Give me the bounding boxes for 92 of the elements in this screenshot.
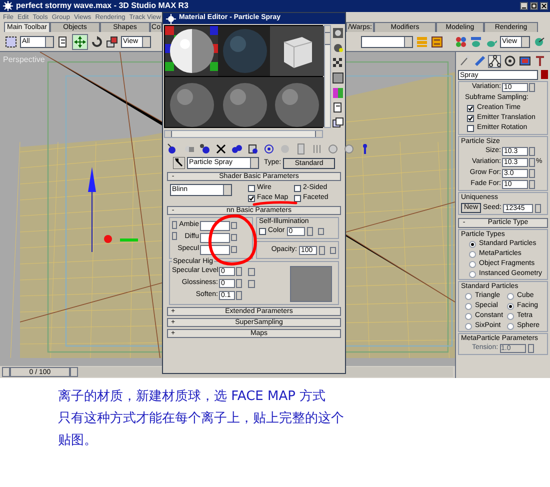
radio-button[interactable] [469,240,476,248]
maximize-icon [531,3,537,9]
app-icon [165,12,177,24]
motion-icon [504,55,516,67]
app-icon [2,0,14,12]
checkbox[interactable] [467,124,474,132]
caption-line: 只有这种方式才能在每个离子上，贴上完整的这个 [58,410,344,428]
backlight-icon[interactable] [332,42,344,54]
display-tab[interactable] [518,54,531,68]
radio-button[interactable] [465,312,472,320]
schematic-icon[interactable] [431,36,443,48]
radio-button[interactable] [469,270,476,278]
create-tab[interactable] [458,54,471,68]
spinner[interactable] [528,344,534,353]
material-effects-icon[interactable] [263,143,275,155]
go-to-parent-icon[interactable] [311,143,323,155]
checkbox[interactable] [467,114,474,122]
select-by-material-icon[interactable] [343,143,355,155]
render-scene-icon[interactable] [470,36,482,48]
pick-material-icon[interactable] [172,157,185,169]
utilities-icon [534,55,546,67]
move-arrows-icon [74,36,86,48]
background-checker-icon[interactable] [332,57,344,69]
hierarchy-icon [488,55,500,67]
highlight-curve-graph [290,266,332,302]
radio-button[interactable] [507,292,514,300]
sphere-slot[interactable] [165,77,219,127]
selection-region-icon[interactable] [5,36,17,48]
spinner[interactable] [319,246,325,254]
radio-button[interactable] [465,322,472,330]
sphere-slot[interactable] [270,77,324,127]
check-mark-icon [249,196,254,201]
close-icon [541,3,547,9]
cube-slot[interactable] [270,26,324,76]
preview-icon[interactable] [332,102,344,114]
display-icon [518,55,530,67]
map-button[interactable] [318,228,324,234]
hierarchy-tab[interactable] [488,54,501,68]
time-slider-right-button[interactable] [70,367,78,377]
utilities-tab[interactable] [533,54,546,68]
put-to-library-icon[interactable] [247,143,259,155]
checkbox[interactable] [294,185,301,192]
modify-icon [474,55,486,67]
rotate-icon[interactable] [91,36,103,48]
color-swatch[interactable] [200,232,230,242]
move-tool-button[interactable] [72,34,88,50]
color-check-icon[interactable] [332,87,344,99]
radio-button[interactable] [507,302,514,310]
show-end-result-icon[interactable] [295,143,307,155]
radio-button[interactable] [465,302,472,310]
radio-button[interactable] [469,260,476,268]
window-title: perfect stormy wave.max - 3D Studio MAX R3 [16,1,188,11]
material-spheres-icon[interactable] [455,36,467,48]
radio-button[interactable] [507,322,514,330]
options-icon[interactable] [332,117,344,129]
make-unique-icon[interactable] [231,143,243,155]
dropdown[interactable] [361,36,413,48]
annotation-underline [252,201,298,206]
scale-icon[interactable] [106,36,118,48]
maximize-button[interactable] [530,2,538,10]
create-icon [458,55,470,67]
go-forward-icon[interactable] [327,143,339,155]
radio-button[interactable] [469,250,476,258]
minimize-button[interactable] [520,2,528,10]
spinner[interactable] [535,204,542,212]
horizontal-scrollbar[interactable] [164,130,324,138]
time-slider-left-button[interactable] [2,367,10,377]
caption-line: 离子的材质，新建材质球，选 FACE MAP 方式 [58,388,327,406]
modify-tab[interactable] [473,54,486,68]
assign-material-icon[interactable] [199,143,211,155]
checkbox[interactable] [248,195,255,202]
tiling-icon[interactable] [332,72,344,84]
object-color-swatch[interactable] [541,70,548,79]
map-button[interactable] [330,246,336,254]
radio-button[interactable] [465,292,472,300]
sample-type-icon[interactable] [332,27,344,39]
radio-button[interactable] [507,312,514,320]
close-button[interactable] [540,2,548,10]
select-by-name-icon[interactable] [57,36,69,48]
render-last-icon[interactable] [533,36,545,48]
spinner[interactable] [306,226,313,236]
checkbox[interactable] [467,104,474,112]
motion-tab[interactable] [503,54,516,68]
checkbox[interactable] [294,195,301,202]
checkbox[interactable] [259,228,266,234]
caption-line: 贴图。 [58,432,98,450]
checker-sphere-slot[interactable] [165,26,219,76]
delete-icon[interactable] [215,143,227,155]
vertical-scrollbar[interactable] [324,25,331,128]
spinner[interactable] [529,83,535,92]
checkbox[interactable] [248,185,255,192]
viewport-label: Perspective [3,54,45,66]
